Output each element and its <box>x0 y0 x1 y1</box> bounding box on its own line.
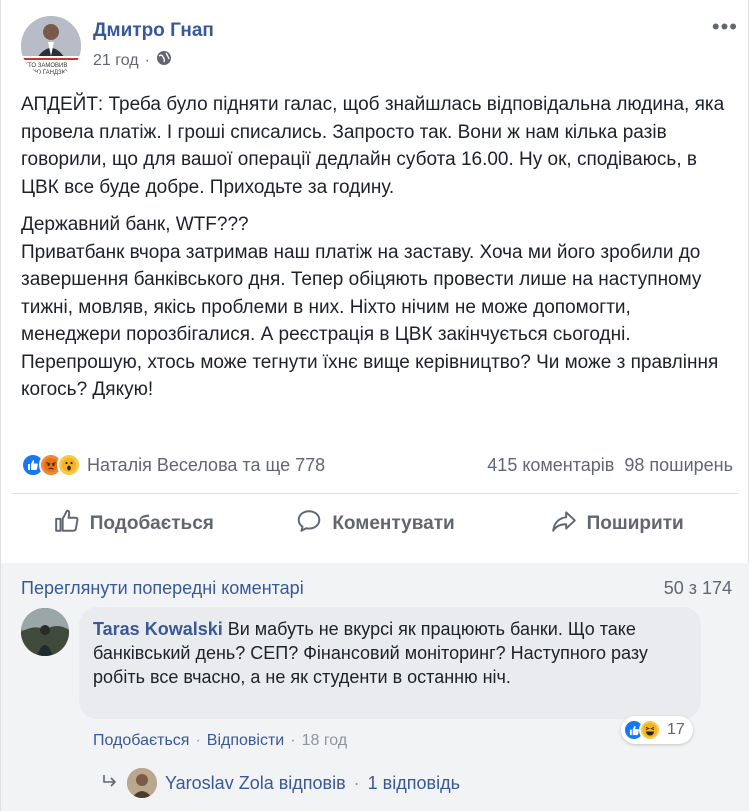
haha-icon <box>639 719 661 741</box>
comments-pagination-count: 50 з 174 <box>663 578 732 598</box>
commenter-avatar[interactable] <box>21 608 69 656</box>
comments-count[interactable]: 415 коментарів <box>487 455 614 476</box>
post-paragraph: Державний банк, WTF??? <box>21 214 249 235</box>
action-bar: Подобається Коментувати Поширити <box>13 496 738 552</box>
meta-dot: · <box>144 51 150 69</box>
comment-button[interactable]: Коментувати <box>255 496 497 552</box>
separator-dot: · <box>195 732 201 749</box>
view-previous-comments-link[interactable]: Переглянути попередні коментарі <box>21 578 304 599</box>
thumbs-up-icon <box>54 508 80 540</box>
comment-label: Коментувати <box>332 513 455 534</box>
author-name[interactable]: Дмитро Гнап <box>93 20 214 42</box>
reply-arrow-icon <box>101 773 119 794</box>
reaction-icons[interactable] <box>21 453 81 477</box>
post-time[interactable]: 21 год <box>93 52 139 70</box>
divider <box>13 493 738 494</box>
comment-actions: Подобається · Відповісти · 18 год <box>93 732 347 750</box>
globe-icon <box>156 50 172 71</box>
post-card: ХТО ЗАМОВИВ ЮЮ ГАНДЗЮ Дмитро Гнап 21 год… <box>0 0 749 811</box>
comment-like-link[interactable]: Подобається <box>93 732 189 750</box>
author-avatar[interactable]: ХТО ЗАМОВИВ ЮЮ ГАНДЗЮ <box>21 16 81 76</box>
reaction-names[interactable]: Наталія Веселова та ще 778 <box>87 455 325 476</box>
more-options-icon[interactable]: ••• <box>712 14 738 40</box>
comment-reaction-count: 17 <box>667 721 685 738</box>
shares-count[interactable]: 98 поширень <box>624 455 733 476</box>
separator-dot: · <box>290 732 296 749</box>
comment-reply-link[interactable]: Відповісти <box>207 732 284 750</box>
comment-time[interactable]: 18 год <box>302 732 348 750</box>
comment-author[interactable]: Taras Kowalski <box>93 619 223 639</box>
post-paragraph: АПДЕЙТ: Треба було підняти галас, щоб зн… <box>21 94 725 198</box>
reply-author-text: Yaroslav Zola відповів <box>165 772 346 793</box>
comment-icon <box>296 508 322 540</box>
reactions-bar: Наталія Веселова та ще 778 415 коментарі… <box>21 450 733 480</box>
comment-reactions[interactable]: 17 <box>621 716 693 744</box>
post-text: АПДЕЙТ: Треба було підняти галас, щоб зн… <box>21 91 733 404</box>
post-meta: 21 год · <box>93 50 172 71</box>
reply-summary[interactable]: Yaroslav Zola відповів · 1 відповідь <box>101 768 460 798</box>
separator-dot: · <box>353 772 360 793</box>
comment-bubble: Taras Kowalski Ви мабуть не вкурсі як пр… <box>79 607 701 719</box>
share-icon <box>551 508 577 540</box>
like-label: Подобається <box>89 513 214 534</box>
post-paragraph: Приватбанк вчора затримав наш платіж на … <box>21 241 702 346</box>
wow-icon <box>57 453 81 477</box>
avatar-caption-2: ЮЮ ГАНДЗЮ <box>29 70 68 76</box>
share-label: Поширити <box>586 513 684 534</box>
replier-avatar[interactable] <box>127 768 157 798</box>
avatar-caption: ХТО ЗАМОВИВ <box>24 63 67 69</box>
like-button[interactable]: Подобається <box>13 496 255 552</box>
post-paragraph: Перепрошую, хтось може тегнути їхнє вище… <box>21 351 719 401</box>
post-stats: 415 коментарів 98 поширень <box>487 455 733 476</box>
reply-count: 1 відповідь <box>367 772 460 793</box>
share-button[interactable]: Поширити <box>496 496 738 552</box>
